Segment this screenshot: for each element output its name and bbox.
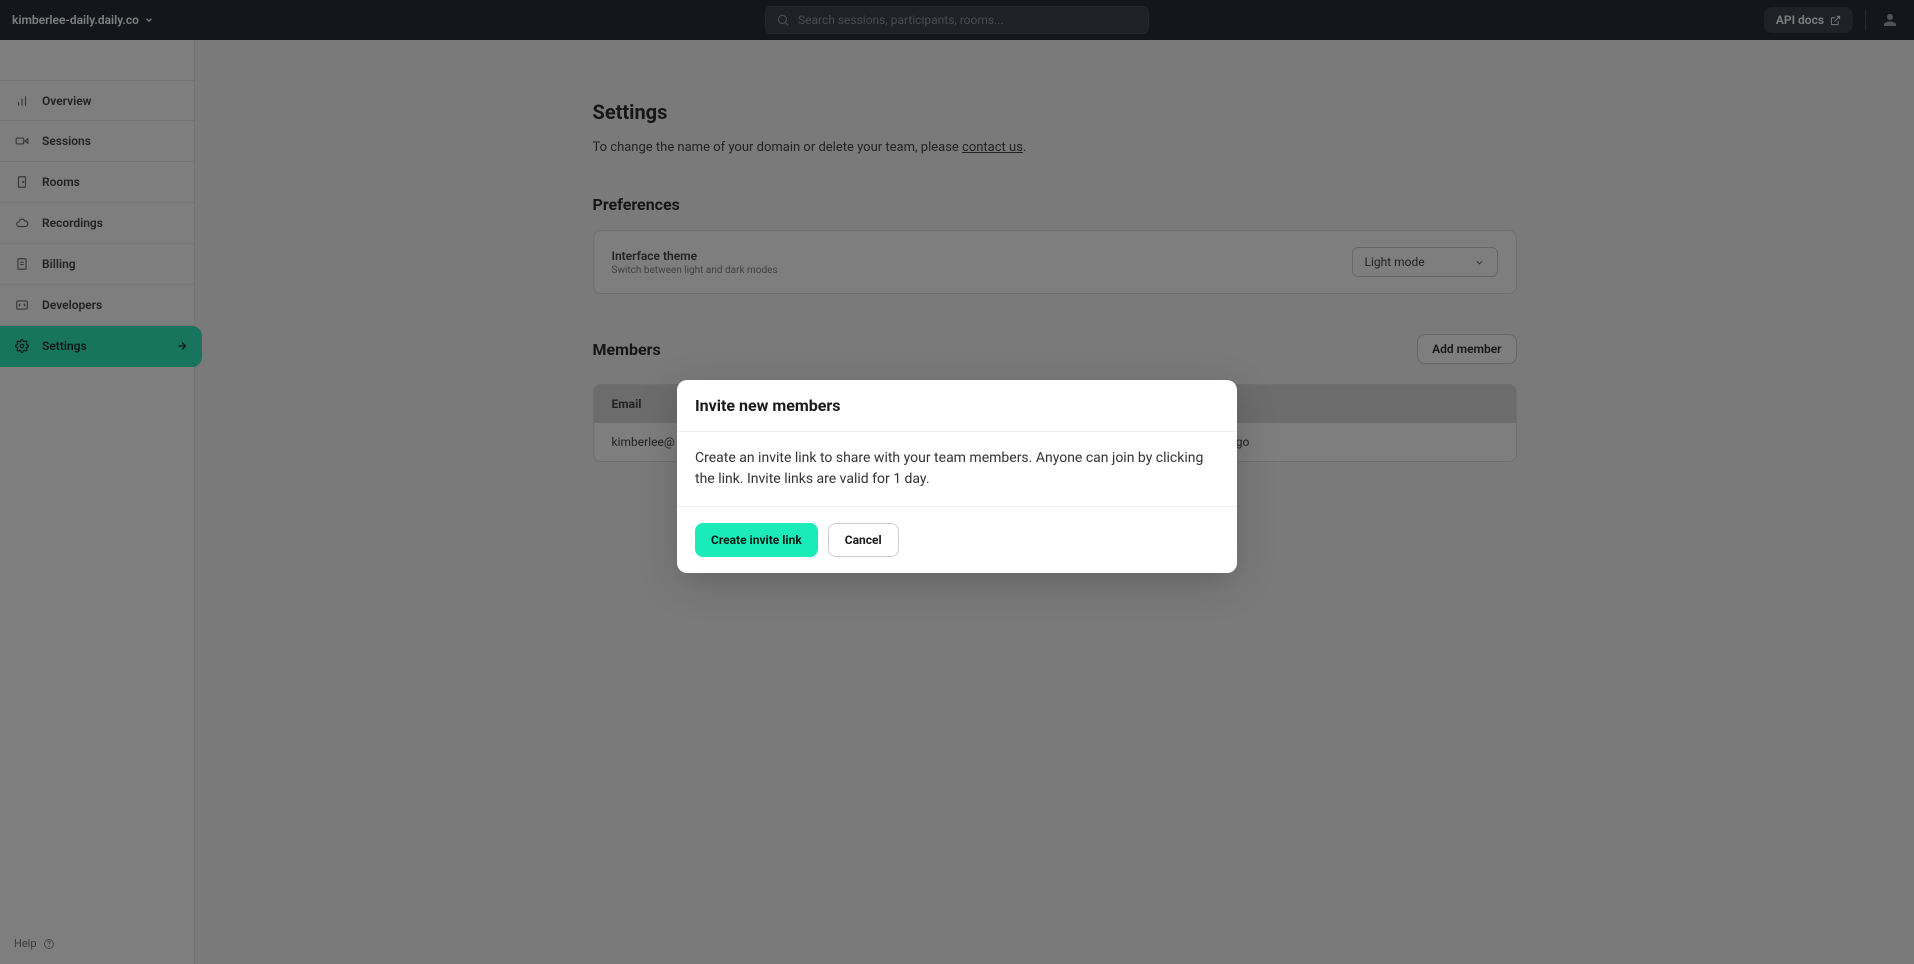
modal-body: Create an invite link to share with your… xyxy=(677,432,1237,507)
create-invite-link-button[interactable]: Create invite link xyxy=(695,523,818,557)
modal-header: Invite new members xyxy=(677,380,1237,432)
modal-title: Invite new members xyxy=(695,396,1219,415)
modal-footer: Create invite link Cancel xyxy=(677,507,1237,573)
cancel-button[interactable]: Cancel xyxy=(828,523,899,557)
invite-modal: Invite new members Create an invite link… xyxy=(677,380,1237,573)
modal-overlay[interactable]: Invite new members Create an invite link… xyxy=(0,0,1914,964)
